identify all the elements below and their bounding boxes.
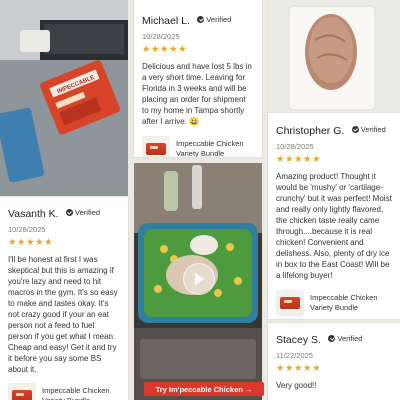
review-card-michael[interactable]: Michael L. Verified 10/28/2025 ★★★★★ Del… xyxy=(134,0,262,157)
reviewer-name: Michael L. xyxy=(142,15,190,27)
review-text: I'll be honest at first I was skeptical … xyxy=(8,254,118,374)
chicken-bag-illustration xyxy=(271,0,400,113)
verified-badge: Verified xyxy=(351,125,386,134)
reviewer-name: Stacey S. xyxy=(276,334,321,346)
play-icon xyxy=(195,273,204,285)
try-product-button[interactable]: Try Im'peccable Chicken → xyxy=(144,382,264,396)
product-link[interactable]: Impeccable Chicken Variety Bundle xyxy=(276,289,392,316)
desk-photo-illustration: IMPECCABLE xyxy=(0,0,128,197)
review-date: 10/28/2025 xyxy=(8,225,46,234)
review-photo-desk[interactable]: IMPECCABLE xyxy=(0,0,128,197)
review-card-christopher[interactable]: Christopher G. Verified 10/28/2025 ★★★★★… xyxy=(268,113,400,319)
reviewer-name: Vasanth K. xyxy=(8,208,59,220)
verified-badge: Verified xyxy=(66,208,100,217)
star-rating: ★★★★★ xyxy=(276,154,322,165)
review-video-bowl[interactable] xyxy=(134,163,262,400)
review-text: Delicious and have lost 5 lbs in a very … xyxy=(142,61,252,126)
product-link[interactable]: Impeccable Chicken Variety Bundle xyxy=(142,135,254,157)
check-icon xyxy=(197,16,205,23)
product-thumbnail xyxy=(276,289,304,316)
review-date: 10/28/2025 xyxy=(276,142,314,151)
product-thumbnail xyxy=(142,135,170,157)
check-icon xyxy=(351,126,359,133)
product-name: Impeccable Chicken Variety Bundle xyxy=(42,386,110,400)
star-rating: ★★★★★ xyxy=(8,237,54,248)
review-text: Amazing product! Thought it would be 'mu… xyxy=(276,171,392,280)
verified-badge: Verified xyxy=(328,334,362,343)
check-icon xyxy=(328,335,336,342)
star-rating: ★★★★★ xyxy=(276,363,322,374)
product-thumbnail xyxy=(8,382,36,400)
review-date: 10/28/2025 xyxy=(142,32,180,41)
star-rating: ★★★★★ xyxy=(142,44,188,55)
verified-badge: Verified xyxy=(197,15,231,24)
product-name: Impeccable Chicken Variety Bundle xyxy=(310,293,378,312)
review-photo-chicken-bag[interactable] xyxy=(271,0,400,113)
review-text: Very good!! xyxy=(276,380,317,390)
reviewer-name: Christopher G. xyxy=(276,125,345,137)
review-card-stacey[interactable]: Stacey S. Verified 11/22/2025 ★★★★★ Very… xyxy=(268,323,400,400)
check-icon xyxy=(66,209,74,216)
review-card-vasanth[interactable]: Vasanth K. Verified 10/28/2025 ★★★★★ I'l… xyxy=(0,197,128,400)
product-name: Impeccable Chicken Variety Bundle xyxy=(176,139,244,157)
play-button[interactable] xyxy=(183,263,215,295)
product-link[interactable]: Impeccable Chicken Variety Bundle xyxy=(8,382,120,400)
review-date: 11/22/2025 xyxy=(276,351,313,360)
